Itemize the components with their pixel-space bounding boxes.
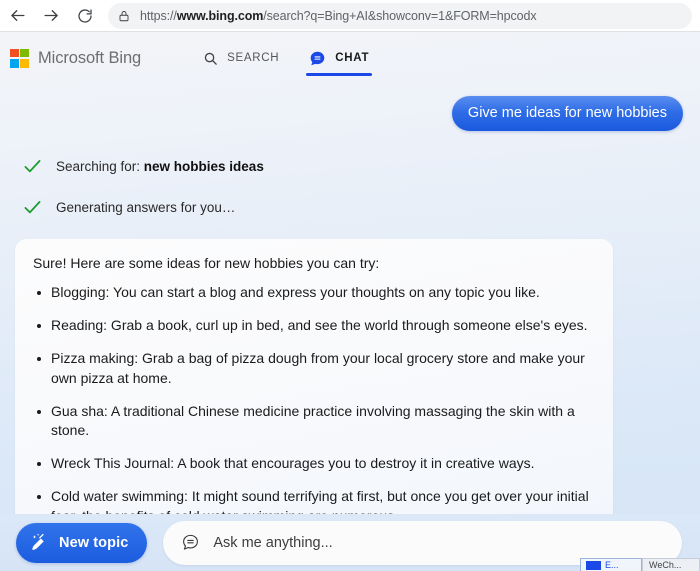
list-item: Wreck This Journal: A book that encourag… [29,454,595,474]
new-topic-button[interactable]: New topic [16,523,147,563]
tab-search-label: SEARCH [227,52,279,64]
conversation-area: Give me ideas for new hobbies Searching … [0,96,700,541]
status-row: Generating answers for you… [23,198,684,217]
arrow-left-icon [8,6,27,25]
tab-chat-label: CHAT [335,52,369,64]
composer-bar: New topic [0,514,700,571]
status-text: Generating answers for you… [56,200,235,215]
bing-logo-link[interactable]: Microsoft Bing [10,49,141,68]
search-icon [203,51,218,66]
list-item: Reading: Grab a book, curl up in bed, an… [29,316,595,336]
microsoft-logo-icon [10,49,29,68]
address-bar-url: https://www.bing.com/search?q=Bing+AI&sh… [140,9,537,23]
tab-chat[interactable]: CHAT [302,32,376,84]
chat-bubble-outline-icon [181,533,200,552]
check-icon [23,198,42,217]
user-message-bubble: Give me ideas for new hobbies [452,96,683,131]
header-tabs: SEARCH CHAT [196,32,392,84]
address-bar[interactable]: https://www.bing.com/search?q=Bing+AI&sh… [108,3,692,29]
reload-button[interactable] [68,0,102,32]
answer-list: Blogging: You can start a blog and expre… [29,283,595,527]
chat-bubble-icon [309,50,326,67]
tab-search[interactable]: SEARCH [196,32,286,84]
browser-toolbar: https://www.bing.com/search?q=Bing+AI&sh… [0,0,700,32]
reload-icon [76,7,94,25]
user-message-row: Give me ideas for new hobbies [16,96,684,131]
ask-input-container[interactable] [163,521,682,565]
new-topic-label: New topic [59,535,128,551]
answer-card: Sure! Here are some ideas for new hobbie… [15,239,613,541]
ask-input[interactable] [213,535,664,551]
tab-active-underline [306,73,372,76]
bing-chat-page: Microsoft Bing SEARCH [0,32,700,571]
answer-intro: Sure! Here are some ideas for new hobbie… [29,255,595,271]
broom-icon [29,532,50,553]
brand-name: Microsoft Bing [38,49,141,68]
status-list: Searching for: new hobbies ideas Generat… [16,157,684,217]
lock-icon [118,9,130,23]
back-button[interactable] [0,0,34,32]
status-text: Searching for: new hobbies ideas [56,159,264,174]
forward-button[interactable] [34,0,68,32]
list-item: Pizza making: Grab a bag of pizza dough … [29,349,595,389]
bing-header: Microsoft Bing SEARCH [0,32,700,84]
list-item: Gua sha: A traditional Chinese medicine … [29,402,595,442]
arrow-right-icon [42,6,61,25]
check-icon [23,157,42,176]
status-row: Searching for: new hobbies ideas [23,157,684,176]
list-item: Blogging: You can start a blog and expre… [29,283,595,303]
